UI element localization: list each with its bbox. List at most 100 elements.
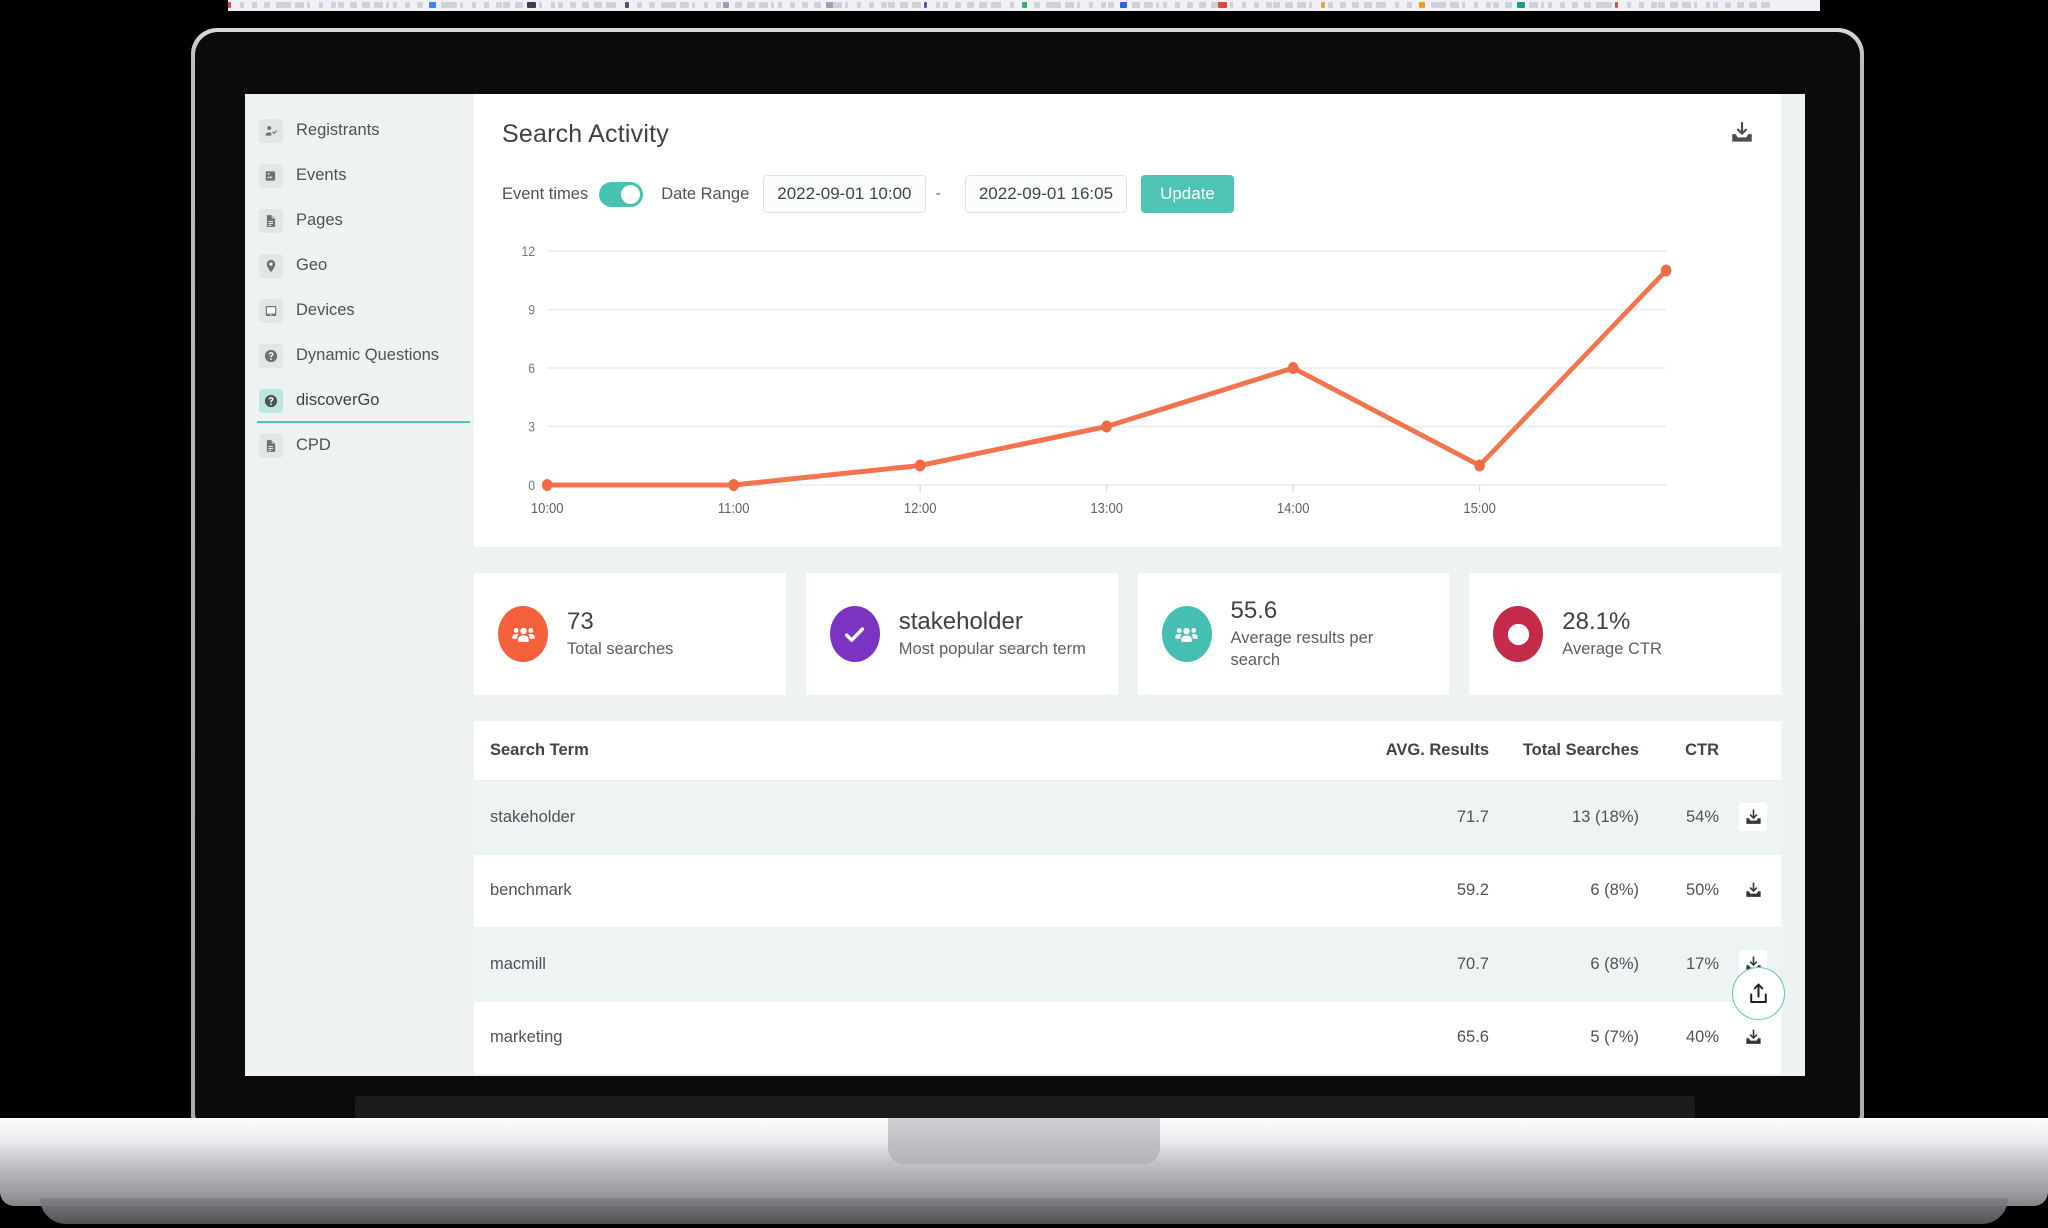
cell-avg-results: 70.7	[1369, 927, 1489, 1002]
stat-card-value: 55.6	[1230, 597, 1278, 625]
people-icon	[1161, 606, 1212, 662]
search-terms-table: Search Term AVG. Results Total Searches …	[474, 721, 1781, 1075]
table-row[interactable]: benchmark 59.2 6 (8%) 50%	[474, 854, 1781, 928]
date-to-input[interactable]: 2022-09-01 16:05	[964, 175, 1128, 213]
date-range-label: Date Range	[661, 184, 750, 203]
stat-card: stakeholder Most popular search term	[805, 573, 1118, 695]
col-search-term[interactable]: Search Term	[474, 721, 1369, 781]
data-point[interactable]	[1474, 459, 1485, 472]
download-icon[interactable]	[1739, 876, 1767, 905]
x-tick-label: 14:00	[1277, 499, 1310, 516]
sidebar-item-label: Devices	[296, 301, 355, 319]
cell-search-term: stakeholder	[474, 780, 1369, 855]
laptop-screen: Registrants Events Pages Geo Devices Dynamic …	[245, 94, 1805, 1076]
data-point[interactable]	[1287, 362, 1299, 374]
y-tick-label: 9	[528, 302, 535, 318]
image-icon	[259, 163, 283, 188]
sidebar-item-events[interactable]: Events	[245, 153, 474, 198]
col-ctr[interactable]: CTR	[1639, 721, 1719, 781]
stat-card-value: 28.1%	[1562, 608, 1631, 636]
stat-card-label: Average CTR	[1562, 640, 1662, 659]
sidebar-item-pages[interactable]: Pages	[245, 198, 474, 243]
update-button[interactable]: Update	[1141, 175, 1234, 213]
chart-controls: Event times Date Range 2022-09-01 10:00 …	[502, 175, 1753, 213]
cell-avg-results: 65.6	[1369, 1001, 1489, 1075]
search-activity-chart: 0 3 6 9 12 10:00 11:00 12:00 13:00 14:00 15:00	[502, 237, 1753, 529]
x-tick-label: 13:00	[1090, 499, 1123, 516]
table-row[interactable]: marketing 65.6 5 (7%) 40%	[474, 1001, 1781, 1075]
sidebar-item-label: Registrants	[296, 121, 380, 139]
sidebar-item-geo[interactable]: Geo	[245, 243, 474, 288]
clock-icon	[1493, 606, 1544, 662]
sidebar-item-registrants[interactable]: Registrants	[245, 108, 474, 153]
data-point[interactable]	[728, 479, 739, 491]
stat-card-label: Average results per search	[1230, 629, 1374, 669]
data-point[interactable]	[1660, 264, 1672, 277]
cell-ctr: 54%	[1639, 780, 1719, 855]
map-pin-icon	[259, 253, 283, 278]
download-icon[interactable]	[1739, 1023, 1767, 1052]
screenshot-stage: Registrants Events Pages Geo Devices Dynamic …	[0, 0, 2048, 1228]
event-times-label: Event times	[502, 184, 589, 203]
sidebar-item-label: Pages	[296, 211, 343, 229]
stat-card-label: Most popular search term	[898, 640, 1086, 659]
stat-card-text: 55.6 Average results per search	[1231, 596, 1426, 672]
tablet-icon	[259, 298, 283, 323]
sidebar-item-label: discoverGo	[296, 391, 380, 409]
cell-search-term: macmill	[474, 927, 1369, 1002]
stat-card-text: 73 Total searches	[567, 607, 673, 661]
table-row[interactable]: stakeholder 71.7 13 (18%) 54%	[474, 780, 1781, 855]
cell-search-term: marketing	[474, 1001, 1369, 1075]
date-from-input[interactable]: 2022-09-01 10:00	[763, 175, 926, 213]
share-upload-icon[interactable]	[1732, 967, 1785, 1020]
cell-ctr: 17%	[1639, 927, 1719, 1002]
laptop-base-notch	[888, 1118, 1160, 1164]
chart-line	[545, 268, 1669, 488]
page-title: Search Activity	[502, 120, 669, 148]
x-tick-label: 12:00	[904, 499, 937, 516]
check-icon	[829, 606, 880, 662]
sidebar-item-devices[interactable]: Devices	[245, 288, 474, 333]
y-tick-label: 0	[528, 477, 535, 493]
stat-card-value: 73	[567, 608, 594, 636]
search-terms-table-panel: Search Term AVG. Results Total Searches …	[474, 721, 1781, 1075]
y-tick-label: 12	[521, 243, 535, 259]
question-circle-icon	[259, 388, 283, 413]
x-tick-label: 10:00	[531, 499, 564, 516]
download-icon[interactable]	[1739, 803, 1767, 831]
cell-total-searches: 5 (7%)	[1489, 1001, 1639, 1075]
table-row[interactable]: macmill 70.7 6 (8%) 17%	[474, 927, 1781, 1002]
x-tick-label: 15:00	[1463, 499, 1496, 516]
cell-total-searches: 6 (8%)	[1489, 927, 1639, 1002]
document-icon	[259, 433, 283, 458]
cell-total-searches: 6 (8%)	[1489, 854, 1639, 928]
cell-avg-results: 71.7	[1369, 780, 1489, 855]
app-root: Registrants Events Pages Geo Devices Dynamic …	[245, 94, 1805, 1076]
sidebar: Registrants Events Pages Geo Devices Dynamic …	[245, 94, 474, 1076]
data-point[interactable]	[541, 479, 553, 491]
sidebar-item-cpd[interactable]: CPD	[245, 423, 474, 468]
y-tick-label: 6	[528, 360, 535, 376]
data-point[interactable]	[1101, 420, 1112, 433]
sidebar-item-dynamic-questions[interactable]: Dynamic Questions	[245, 333, 474, 378]
x-tick-label: 11:00	[718, 499, 750, 516]
sidebar-item-label: Events	[296, 166, 347, 184]
event-times-toggle[interactable]	[599, 181, 644, 207]
col-avg-results[interactable]: AVG. Results	[1369, 721, 1489, 781]
col-total-searches[interactable]: Total Searches	[1489, 721, 1639, 781]
data-point[interactable]	[914, 459, 926, 472]
stat-card-text: stakeholder Most popular search term	[899, 607, 1086, 661]
table-head: Search Term AVG. Results Total Searches …	[474, 721, 1781, 781]
stat-card: 28.1% Average CTR	[1469, 573, 1781, 695]
laptop-base-edge	[40, 1198, 2008, 1224]
question-circle-icon	[259, 343, 283, 368]
download-icon[interactable]	[1729, 120, 1755, 146]
browser-tab-strip	[228, 0, 1820, 11]
stat-card-label: Total searches	[567, 640, 674, 659]
sidebar-item-label: Geo	[296, 256, 328, 274]
people-icon	[498, 606, 548, 662]
sidebar-item-discovergo[interactable]: discoverGo	[245, 378, 474, 423]
cell-ctr: 50%	[1639, 854, 1719, 928]
sidebar-item-label: Dynamic Questions	[296, 346, 440, 364]
toggle-knob	[621, 184, 641, 204]
